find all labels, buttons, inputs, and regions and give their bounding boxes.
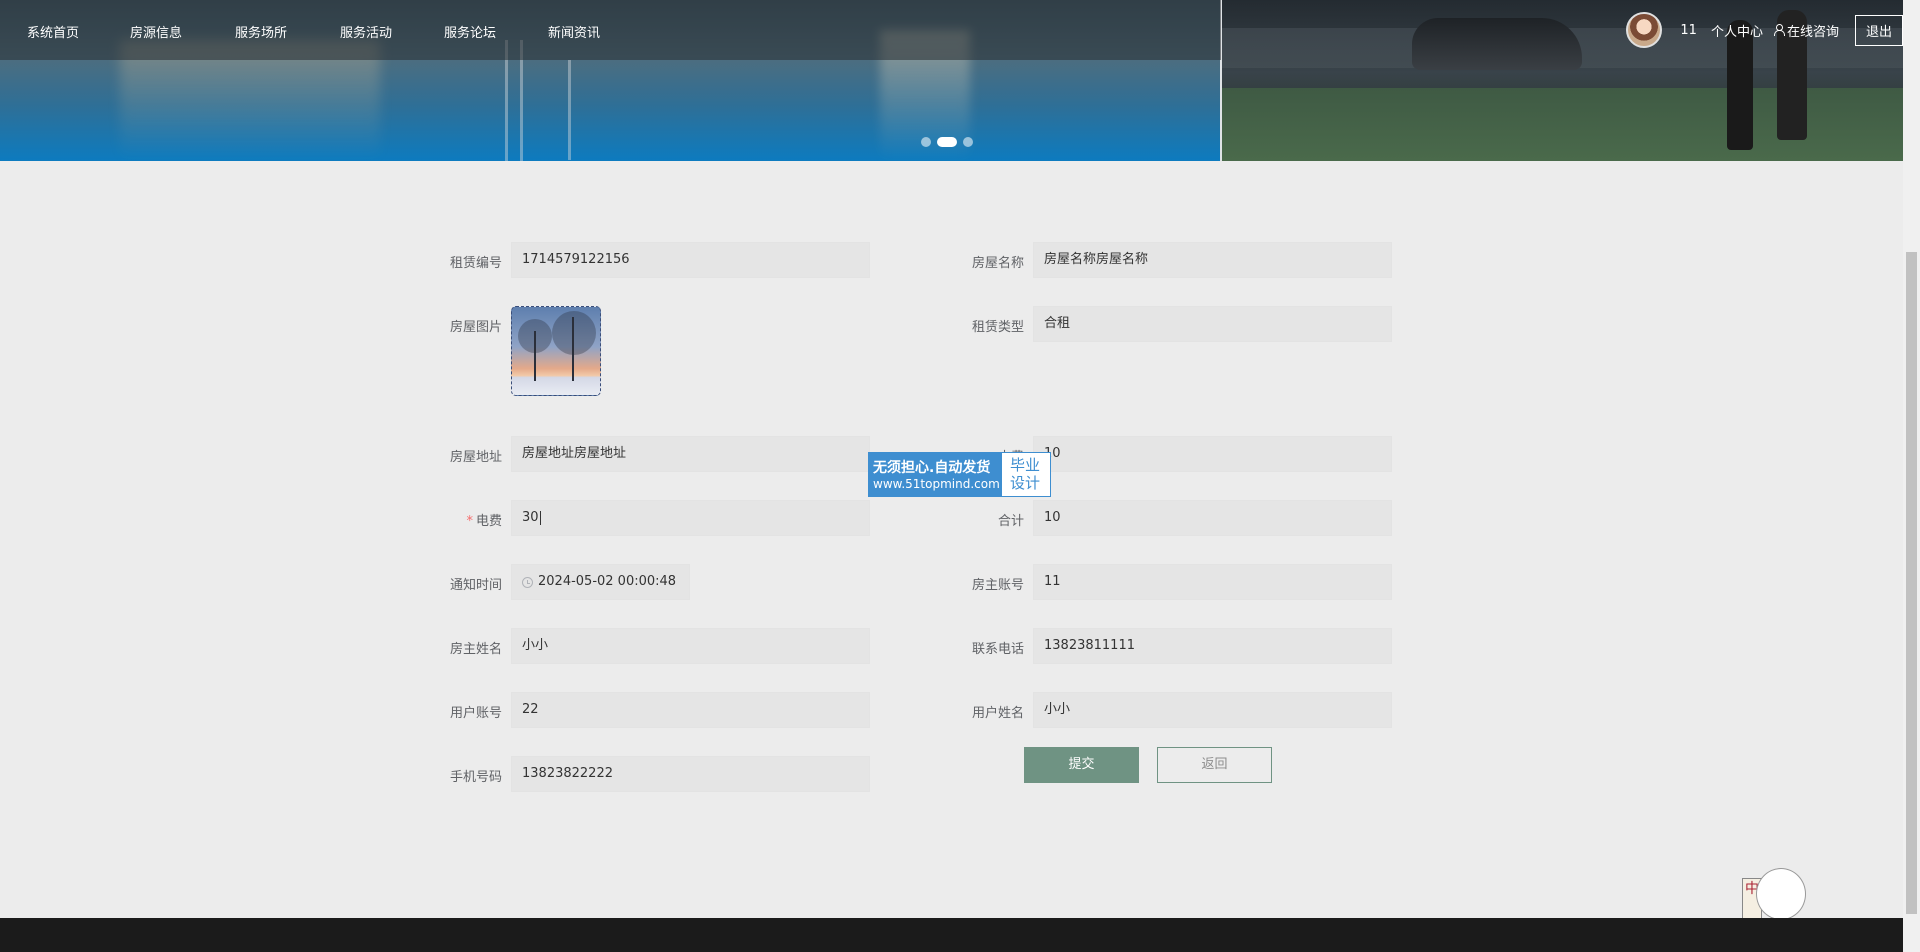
notice-time-picker[interactable]: 2024-05-02 00:00:48 <box>511 564 690 600</box>
nav-item-venues[interactable]: 服务场所 <box>235 22 287 41</box>
footer <box>0 918 1903 952</box>
nav-item-forum[interactable]: 服务论坛 <box>444 22 496 41</box>
mascot-body-icon <box>1756 868 1806 920</box>
owner-name-input[interactable]: 小小 <box>511 628 870 664</box>
user-bar: 11 个人中心 在线咨询 退出 <box>1626 12 1903 48</box>
required-mark: * <box>466 514 473 529</box>
user-icon <box>1773 24 1785 36</box>
personal-center-link[interactable]: 个人中心 <box>1711 21 1763 40</box>
label-user-account: 用户账号 <box>449 706 502 721</box>
carousel-indicators <box>921 137 973 147</box>
watermark-left: 无须担心.自动发货 www.51topmind.com <box>869 453 1002 496</box>
house-name-input[interactable]: 房屋名称房屋名称 <box>1033 242 1392 278</box>
rent-type-input[interactable]: 合租 <box>1033 306 1392 342</box>
watermark-right-line2: 设计 <box>1010 474 1041 492</box>
online-consult-label: 在线咨询 <box>1786 24 1839 40</box>
user-account-input[interactable]: 22 <box>511 692 870 728</box>
label-total: 合计 <box>997 514 1024 529</box>
user-name-input[interactable]: 小小 <box>1033 692 1392 728</box>
label-contact-phone: 联系电话 <box>971 642 1024 657</box>
electric-fee-input[interactable]: 30 <box>511 500 870 536</box>
notice-time-value: 2024-05-02 00:00:48 <box>538 574 677 589</box>
logout-button[interactable]: 退出 <box>1854 14 1903 46</box>
back-button[interactable]: 返回 <box>1157 747 1272 783</box>
watermark-url: www.51topmind.com <box>873 477 1000 491</box>
watermark-right: 毕业 设计 <box>1002 453 1050 496</box>
house-image-upload[interactable] <box>511 306 601 396</box>
watermark-line1: 无须担心.自动发货 <box>873 460 991 476</box>
online-consult-link[interactable]: 在线咨询 <box>1773 21 1839 40</box>
label-electric-fee: * 电费 <box>362 510 502 529</box>
label-notice-time: 通知时间 <box>449 578 502 593</box>
username: 11 <box>1680 22 1697 38</box>
label-rent-no: 租赁编号 <box>449 256 502 271</box>
avatar[interactable] <box>1626 12 1663 48</box>
carousel-dot[interactable] <box>921 137 931 147</box>
watermark-right-line1: 毕业 <box>1010 456 1041 474</box>
label-owner-account: 房主账号 <box>971 578 1024 593</box>
label-user-name: 用户姓名 <box>971 706 1024 721</box>
water-fee-input[interactable]: 10 <box>1033 436 1392 472</box>
carousel-dot-active[interactable] <box>937 137 957 147</box>
label-rent-type: 租赁类型 <box>971 320 1024 335</box>
nav-item-listings[interactable]: 房源信息 <box>130 22 182 41</box>
label-mobile: 手机号码 <box>449 770 502 785</box>
rent-no-input[interactable]: 1714579122156 <box>511 242 870 278</box>
label-owner-name: 房主姓名 <box>449 642 502 657</box>
nav-item-home[interactable]: 系统首页 <box>27 22 79 41</box>
submit-button[interactable]: 提交 <box>1024 747 1139 783</box>
nav-item-activities[interactable]: 服务活动 <box>340 22 392 41</box>
owner-account-input[interactable]: 11 <box>1033 564 1392 600</box>
contact-phone-input[interactable]: 13823811111 <box>1033 628 1392 664</box>
top-navigation: 系统首页 房源信息 服务场所 服务活动 服务论坛 新闻资讯 <box>0 0 1221 60</box>
clock-icon <box>522 576 533 588</box>
carousel-dot[interactable] <box>963 137 973 147</box>
total-input[interactable]: 10 <box>1033 500 1392 536</box>
watermark-badge: 无须担心.自动发货 www.51topmind.com 毕业 设计 <box>868 452 1051 497</box>
scrollbar-thumb[interactable] <box>1906 252 1917 914</box>
label-house-name: 房屋名称 <box>971 256 1024 271</box>
label-electric-fee-text: 电费 <box>475 514 502 529</box>
house-address-input[interactable]: 房屋地址房屋地址 <box>511 436 870 472</box>
nav-item-news[interactable]: 新闻资讯 <box>548 22 600 41</box>
mobile-input[interactable]: 13823822222 <box>511 756 870 792</box>
label-house-image: 房屋图片 <box>449 320 502 335</box>
label-house-address: 房屋地址 <box>449 450 502 465</box>
